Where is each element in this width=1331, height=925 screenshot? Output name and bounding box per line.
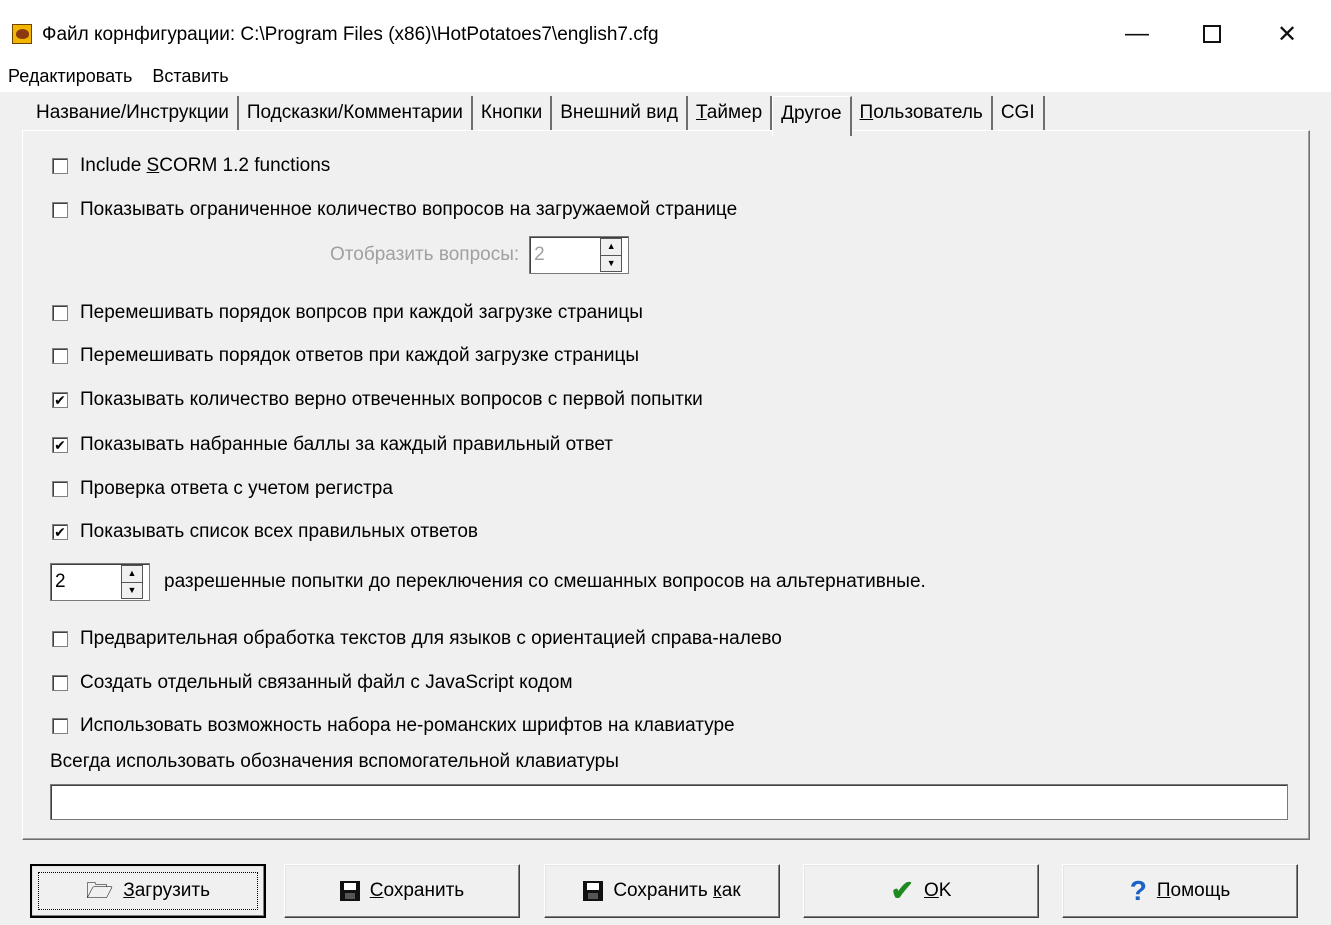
minimize-icon: — [1125, 20, 1149, 47]
show-points-label: Показывать набранные баллы за каждый пра… [80, 434, 613, 455]
limit-questions-label: Показывать ограниченное количество вопро… [80, 199, 738, 220]
attempts-spinner[interactable]: ▲ ▼ [50, 563, 150, 601]
attempts-label: разрешенные попытки до переключения со с… [164, 571, 926, 592]
tab-cgi[interactable]: CGI [993, 96, 1045, 130]
option-limit-questions[interactable]: Показывать ограниченное количество вопро… [52, 199, 737, 221]
spin-up-icon[interactable]: ▲ [601, 239, 622, 256]
option-show-first-try[interactable]: ✔ Показывать количество верно отвеченных… [52, 389, 703, 411]
attempts-input[interactable] [51, 571, 121, 593]
tab-strip: Название/Инструкции Подсказки/Комментари… [28, 96, 1045, 136]
checkmark-icon: ✔ [54, 392, 66, 408]
display-questions-spinner[interactable]: ▲ ▼ [529, 236, 630, 274]
case-sensitive-label: Проверка ответа с учетом регистра [80, 478, 393, 499]
load-label: Загрузить [123, 880, 211, 901]
option-scorm[interactable]: Include SCORM 1.2 functions [52, 155, 330, 177]
close-button[interactable]: ✕ [1267, 14, 1307, 54]
show-first-try-checkbox[interactable]: ✔ [52, 392, 68, 408]
rtl-checkbox[interactable] [52, 631, 68, 647]
non-roman-label: Использовать возможность набора не-роман… [80, 715, 735, 736]
option-show-all-answers[interactable]: ✔ Показывать список всех правильных отве… [52, 521, 478, 543]
shuffle-questions-label: Перемешивать порядок вопрсов при каждой … [80, 302, 643, 323]
save-disk-icon [339, 881, 360, 901]
hot-potatoes-app-icon [12, 24, 32, 44]
title-bar: Файл корнфигурации: C:\Program Files (x8… [0, 0, 1331, 60]
limit-questions-checkbox[interactable] [52, 202, 68, 218]
ok-label: OK [924, 880, 952, 901]
menu-bar: Редактировать Вставить [0, 60, 1331, 92]
shuffle-answers-label: Перемешивать порядок ответов при каждой … [80, 345, 640, 366]
config-window: Файл корнфигурации: C:\Program Files (x8… [0, 0, 1331, 925]
display-questions-label: Отобразить вопросы: [330, 244, 520, 265]
tab-prompts-feedback[interactable]: Подсказки/Комментарии [239, 96, 473, 130]
spin-down-icon[interactable]: ▼ [601, 255, 622, 271]
spin-up-icon[interactable]: ▲ [122, 566, 142, 583]
show-all-answers-label: Показывать список всех правильных ответо… [80, 521, 479, 542]
folder-open-icon: 🗁 [85, 878, 114, 903]
window-title: Файл корнфигурации: C:\Program Files (x8… [42, 24, 659, 45]
menu-insert[interactable]: Вставить [144, 60, 240, 92]
shuffle-answers-checkbox[interactable] [52, 348, 68, 364]
option-non-roman[interactable]: Использовать возможность набора не-роман… [52, 715, 735, 737]
checkmark-icon: ✔ [54, 437, 66, 453]
checkmark-icon: ✔ [54, 524, 66, 540]
show-all-answers-checkbox[interactable]: ✔ [52, 524, 68, 540]
attempts-arrows[interactable]: ▲ ▼ [121, 565, 143, 599]
save-label: Сохранить [369, 880, 465, 901]
scorm-checkbox[interactable] [52, 158, 68, 174]
tab-buttons[interactable]: Кнопки [473, 96, 553, 130]
show-first-try-label: Показывать количество верно отвеченных в… [80, 389, 703, 410]
menu-edit[interactable]: Редактировать [0, 60, 144, 92]
help-label: Помощь [1156, 880, 1231, 901]
attempts-group: ▲ ▼ разрешенные попытки до переключения … [50, 563, 926, 601]
keyboard-input[interactable] [50, 784, 1288, 820]
tab-title-instructions[interactable]: Название/Инструкции [28, 96, 239, 130]
option-rtl[interactable]: Предварительная обработка текстов для яз… [52, 628, 782, 650]
option-shuffle-answers[interactable]: Перемешивать порядок ответов при каждой … [52, 345, 639, 367]
display-questions-input[interactable] [530, 244, 601, 266]
save-as-button[interactable]: Сохранить как [544, 864, 780, 918]
check-icon: ✔ [890, 875, 914, 906]
tab-other[interactable]: Другое [772, 96, 852, 136]
case-sensitive-checkbox[interactable] [52, 481, 68, 497]
ok-button[interactable]: ✔ OK [803, 864, 1039, 918]
non-roman-checkbox[interactable] [52, 718, 68, 734]
option-show-points[interactable]: ✔ Показывать набранные баллы за каждый п… [52, 434, 613, 456]
load-button[interactable]: 🗁 Загрузить [30, 864, 266, 918]
save-as-disk-icon [583, 881, 604, 901]
option-separate-js[interactable]: Создать отдельный связанный файл с JavaS… [52, 672, 573, 694]
tab-timer[interactable]: Таймер [688, 96, 773, 130]
help-icon: ? [1129, 875, 1147, 906]
minimize-button[interactable]: — [1117, 14, 1157, 54]
separate-js-checkbox[interactable] [52, 675, 68, 691]
spin-down-icon[interactable]: ▼ [122, 582, 142, 598]
save-as-label: Сохранить как [613, 880, 741, 901]
separate-js-label: Создать отдельный связанный файл с JavaS… [80, 672, 573, 693]
tab-user[interactable]: Пользователь [852, 96, 993, 130]
maximize-icon [1203, 25, 1221, 43]
shuffle-questions-checkbox[interactable] [52, 305, 68, 321]
tab-appearance[interactable]: Внешний вид [552, 96, 688, 130]
display-questions-group: Отобразить вопросы: ▲ ▼ [330, 236, 630, 274]
rtl-label: Предварительная обработка текстов для яз… [80, 628, 782, 649]
scorm-label: Include SCORM 1.2 functions [80, 155, 331, 176]
display-questions-arrows[interactable]: ▲ ▼ [600, 238, 623, 272]
option-shuffle-questions[interactable]: Перемешивать порядок вопрсов при каждой … [52, 302, 643, 324]
close-icon: ✕ [1276, 20, 1298, 48]
option-case-sensitive[interactable]: Проверка ответа с учетом регистра [52, 478, 393, 500]
save-button[interactable]: Сохранить [284, 864, 520, 918]
help-button[interactable]: ? Помощь [1062, 864, 1298, 918]
show-points-checkbox[interactable]: ✔ [52, 437, 68, 453]
keyboard-label: Всегда использовать обозначения вспомога… [50, 751, 619, 772]
maximize-button[interactable] [1192, 14, 1232, 54]
